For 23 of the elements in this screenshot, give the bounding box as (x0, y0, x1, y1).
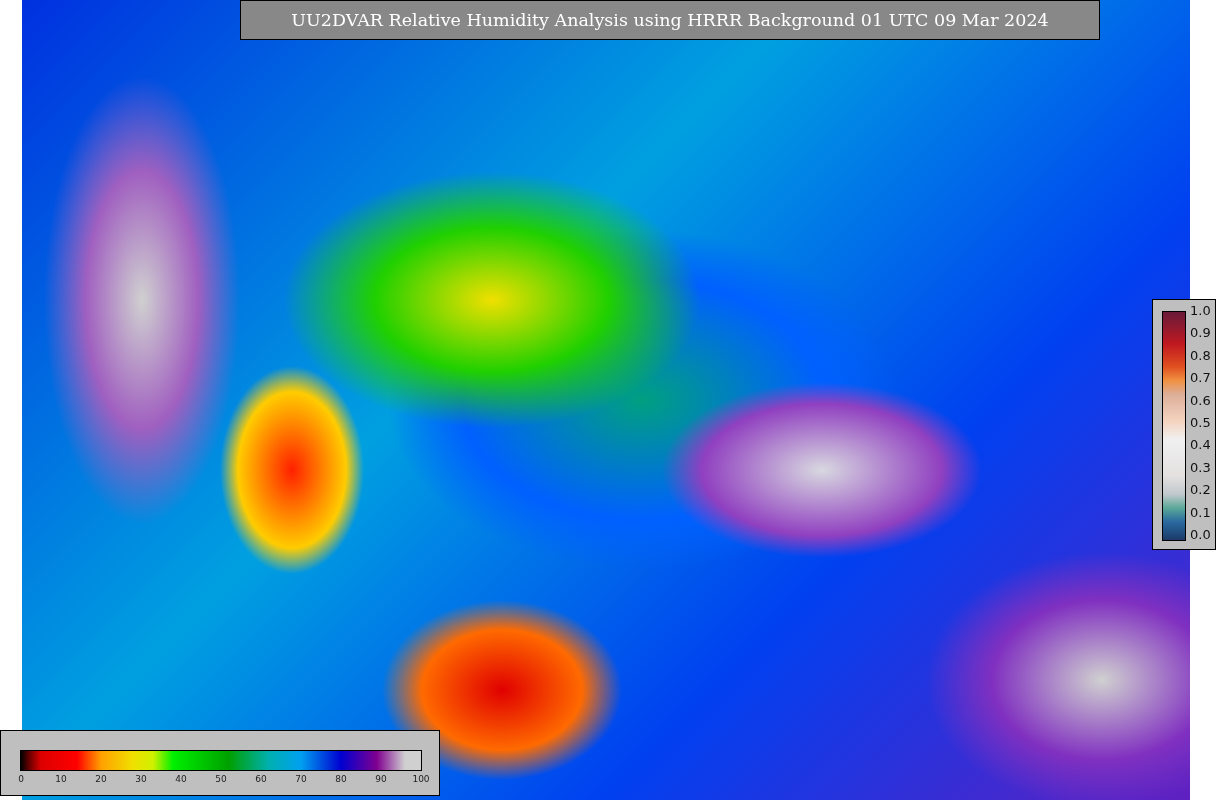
colorbar-label: 40 (175, 774, 187, 784)
colorbar-label: 10 (55, 774, 67, 784)
colorbar-label: 90 (375, 774, 387, 784)
colorbar-label: 20 (95, 774, 107, 784)
colorbar-label: 80 (335, 774, 347, 784)
colorbar-label: 70 (295, 774, 307, 784)
colorbar-label: 1.0 (1190, 303, 1211, 319)
colorbar-label: 0.3 (1190, 459, 1211, 476)
colorbar-label: 0 (18, 774, 24, 784)
colorbar-label: 30 (135, 774, 147, 784)
colorbar-label: 0.0 (1190, 526, 1211, 543)
colorbar-label: 0.4 (1190, 437, 1211, 454)
colorbar-label: 60 (255, 774, 267, 784)
colorbar-label: 0.7 (1190, 370, 1211, 387)
colorbar-label: 0.2 (1190, 482, 1211, 499)
colorbar-label: 50 (215, 774, 227, 784)
colorbar-label: 0.1 (1190, 504, 1211, 521)
colorbar-label: 0.6 (1190, 392, 1211, 409)
colorbar-label: 100 (412, 774, 430, 784)
colorbar-label: 0.5 (1190, 414, 1211, 431)
map-title: UU2DVAR Relative Humidity Analysis using HRRR Background 01 UTC 09 Mar 2024 (240, 0, 1100, 40)
colorbar-label: 0.9 (1190, 325, 1211, 342)
colorbar-label: 0.8 (1190, 347, 1211, 364)
